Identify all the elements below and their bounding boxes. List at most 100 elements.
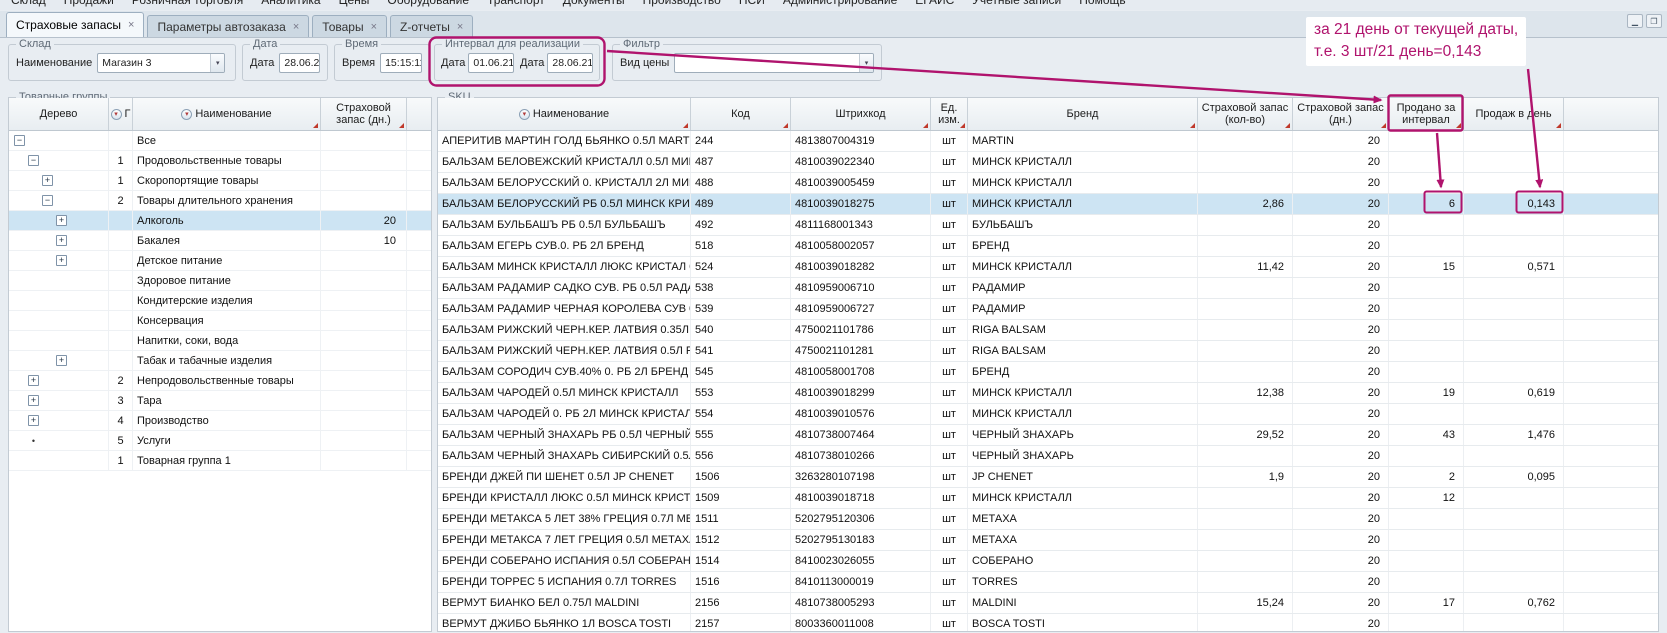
sku-row[interactable]: БАЛЬЗАМ БЕЛОРУССКИЙ РБ 0.5Л МИНСК КРИСТА… — [438, 194, 1658, 215]
sku-cell[interactable] — [1464, 299, 1564, 319]
sku-cell[interactable] — [1389, 278, 1464, 298]
sku-cell[interactable] — [1198, 551, 1293, 571]
tree-cell-number[interactable] — [109, 131, 133, 150]
tree-cell-number[interactable] — [109, 291, 133, 310]
sku-cell[interactable]: 540 — [691, 320, 791, 340]
sku-cell[interactable] — [1464, 341, 1564, 361]
sku-cell[interactable] — [1464, 446, 1564, 466]
sku-cell[interactable] — [1389, 320, 1464, 340]
tree-row[interactable]: Напитки, соки, вода — [9, 331, 431, 351]
sku-cell[interactable]: 20 — [1293, 299, 1389, 319]
sku-cell[interactable]: шт — [931, 572, 968, 592]
sku-cell[interactable]: шт — [931, 383, 968, 403]
sku-cell[interactable]: шт — [931, 488, 968, 508]
tree-cell-expander[interactable]: + — [9, 251, 109, 270]
column-header-safety-qty[interactable]: Страховой запас (кол-во) — [1198, 98, 1293, 130]
sku-cell[interactable]: БАЛЬЗАМ СОРОДИЧ СУВ.40% 0. РБ 2Л БРЕНД — [438, 362, 691, 382]
sku-cell[interactable]: 20 — [1293, 614, 1389, 631]
sku-cell[interactable]: 20 — [1293, 446, 1389, 466]
tree-row[interactable]: +3Тара — [9, 391, 431, 411]
sku-cell[interactable]: 0,143 — [1464, 194, 1564, 214]
sku-cell[interactable]: шт — [931, 194, 968, 214]
sku-cell[interactable]: 4750021101281 — [791, 341, 931, 361]
sku-cell[interactable]: 0,619 — [1464, 383, 1564, 403]
sku-cell[interactable]: 20 — [1293, 257, 1389, 277]
sku-cell[interactable] — [1389, 131, 1464, 151]
sku-cell[interactable]: МЕТАХА — [968, 509, 1198, 529]
sku-cell[interactable]: 4810738010266 — [791, 446, 931, 466]
sku-row[interactable]: БАЛЬЗАМ РИЖСКИЙ ЧЕРН.КЕР. ЛАТВИЯ 0.5Л RI… — [438, 341, 1658, 362]
tree-cell-expander[interactable] — [9, 291, 109, 310]
sku-cell[interactable]: БАЛЬЗАМ РАДАМИР ЧЕРНАЯ КОРОЛЕВА СУВ 0.5Л… — [438, 299, 691, 319]
sku-cell[interactable]: MALDINI — [968, 593, 1198, 613]
sku-row[interactable]: БРЕНДИ СОБЕРАНО ИСПАНИЯ 0.5Л СОБЕРАНО151… — [438, 551, 1658, 572]
sku-cell[interactable]: шт — [931, 425, 968, 445]
sku-cell[interactable]: RIGA BALSAM — [968, 320, 1198, 340]
sku-row[interactable]: БРЕНДИ ТОРРЕС 5 ИСПАНИЯ 0.7Л TORRES15168… — [438, 572, 1658, 593]
sku-row[interactable]: БРЕНДИ МЕТАКСА 7 ЛЕТ ГРЕЦИЯ 0.5Л МЕТАХА1… — [438, 530, 1658, 551]
expand-icon[interactable]: + — [56, 235, 67, 246]
sku-cell[interactable] — [1464, 551, 1564, 571]
sku-cell[interactable]: 20 — [1293, 425, 1389, 445]
sku-cell[interactable]: шт — [931, 530, 968, 550]
tree-cell-expander[interactable]: − — [9, 131, 109, 150]
menu-item-1[interactable]: Продажи — [55, 0, 123, 10]
sku-cell[interactable] — [1464, 488, 1564, 508]
sku-cell[interactable]: 20 — [1293, 278, 1389, 298]
column-header-code[interactable]: Код — [691, 98, 791, 130]
price-type-select[interactable]: ▾ — [674, 53, 874, 73]
tree-cell-number[interactable] — [109, 271, 133, 290]
tree-cell-days[interactable] — [321, 311, 407, 330]
tree-row[interactable]: +Табак и табачные изделия — [9, 351, 431, 371]
sku-cell[interactable]: ЧЕРНЫЙ ЗНАХАРЬ — [968, 425, 1198, 445]
tree-cell-days[interactable] — [321, 271, 407, 290]
sku-cell[interactable]: 4813807004319 — [791, 131, 931, 151]
column-header-group-name[interactable]: ▾ Наименование — [133, 98, 321, 130]
sku-cell[interactable]: БАЛЬЗАМ РИЖСКИЙ ЧЕРН.КЕР. ЛАТВИЯ 0.35Л R… — [438, 320, 691, 340]
sku-cell[interactable]: шт — [931, 467, 968, 487]
tree-cell-name[interactable]: Кондитерские изделия — [133, 291, 321, 310]
sku-cell[interactable]: МИНСК КРИСТАЛЛ — [968, 152, 1198, 172]
tree-row[interactable]: 1Товарная группа 1 — [9, 451, 431, 471]
sku-cell[interactable]: МИНСК КРИСТАЛЛ — [968, 173, 1198, 193]
sku-cell[interactable]: БАЛЬЗАМ ЧЕРНЫЙ ЗНАХАРЬ СИБИРСКИЙ 0.5Л ЧЕ… — [438, 446, 691, 466]
sku-row[interactable]: БРЕНДИ ДЖЕЙ ПИ ШЕНЕТ 0.5Л JP CHENET15063… — [438, 467, 1658, 488]
sku-row[interactable]: БАЛЬЗАМ МИНСК КРИСТАЛЛ ЛЮКС КРИСТАЛ 0.5Л… — [438, 257, 1658, 278]
sku-cell[interactable]: МИНСК КРИСТАЛЛ — [968, 488, 1198, 508]
sku-cell[interactable]: 20 — [1293, 320, 1389, 340]
menu-item-12[interactable]: Учетные записи — [963, 0, 1070, 10]
sku-cell[interactable] — [1464, 152, 1564, 172]
sku-cell[interactable]: БРЕНД — [968, 362, 1198, 382]
tree-cell-number[interactable] — [109, 211, 133, 230]
sku-cell[interactable]: шт — [931, 446, 968, 466]
sku-row[interactable]: АПЕРИТИВ МАРТИН ГОЛД БЬЯНКО 0.5Л MARTIN2… — [438, 131, 1658, 152]
sku-cell[interactable]: БАЛЬЗАМ ЧАРОДЕЙ 0. РБ 2Л МИНСК КРИСТАЛЛ — [438, 404, 691, 424]
sku-cell[interactable]: 492 — [691, 215, 791, 235]
sku-cell[interactable] — [1198, 173, 1293, 193]
tree-row[interactable]: −Все — [9, 131, 431, 151]
sku-cell[interactable]: шт — [931, 173, 968, 193]
sku-cell[interactable]: 4811168001343 — [791, 215, 931, 235]
sku-cell[interactable]: 524 — [691, 257, 791, 277]
sku-cell[interactable]: 4810058001708 — [791, 362, 931, 382]
sku-cell[interactable]: 20 — [1293, 530, 1389, 550]
tree-cell-days[interactable]: 20 — [321, 211, 407, 230]
sku-cell[interactable]: шт — [931, 320, 968, 340]
chevron-down-icon[interactable]: ▾ — [210, 54, 224, 72]
sku-cell[interactable]: БРЕНДИ СОБЕРАНО ИСПАНИЯ 0.5Л СОБЕРАНО — [438, 551, 691, 571]
sku-cell[interactable]: 20 — [1293, 593, 1389, 613]
tree-cell-days[interactable] — [321, 411, 407, 430]
tree-cell-name[interactable]: Тара — [133, 391, 321, 410]
sku-cell[interactable]: 17 — [1389, 593, 1464, 613]
expand-icon[interactable]: + — [42, 175, 53, 186]
sku-cell[interactable]: 488 — [691, 173, 791, 193]
sku-cell[interactable] — [1464, 215, 1564, 235]
sku-row[interactable]: БАЛЬЗАМ БУЛЬБАШЪ РБ 0.5Л БУЛЬБАШЪ4924811… — [438, 215, 1658, 236]
sku-cell[interactable]: РАДАМИР — [968, 299, 1198, 319]
sku-cell[interactable] — [1464, 131, 1564, 151]
tree-cell-name[interactable]: Товарная группа 1 — [133, 451, 321, 470]
sku-cell[interactable]: 29,52 — [1198, 425, 1293, 445]
sku-cell[interactable]: 4810039018275 — [791, 194, 931, 214]
tree-cell-days[interactable] — [321, 451, 407, 470]
sku-cell[interactable]: 0,571 — [1464, 257, 1564, 277]
